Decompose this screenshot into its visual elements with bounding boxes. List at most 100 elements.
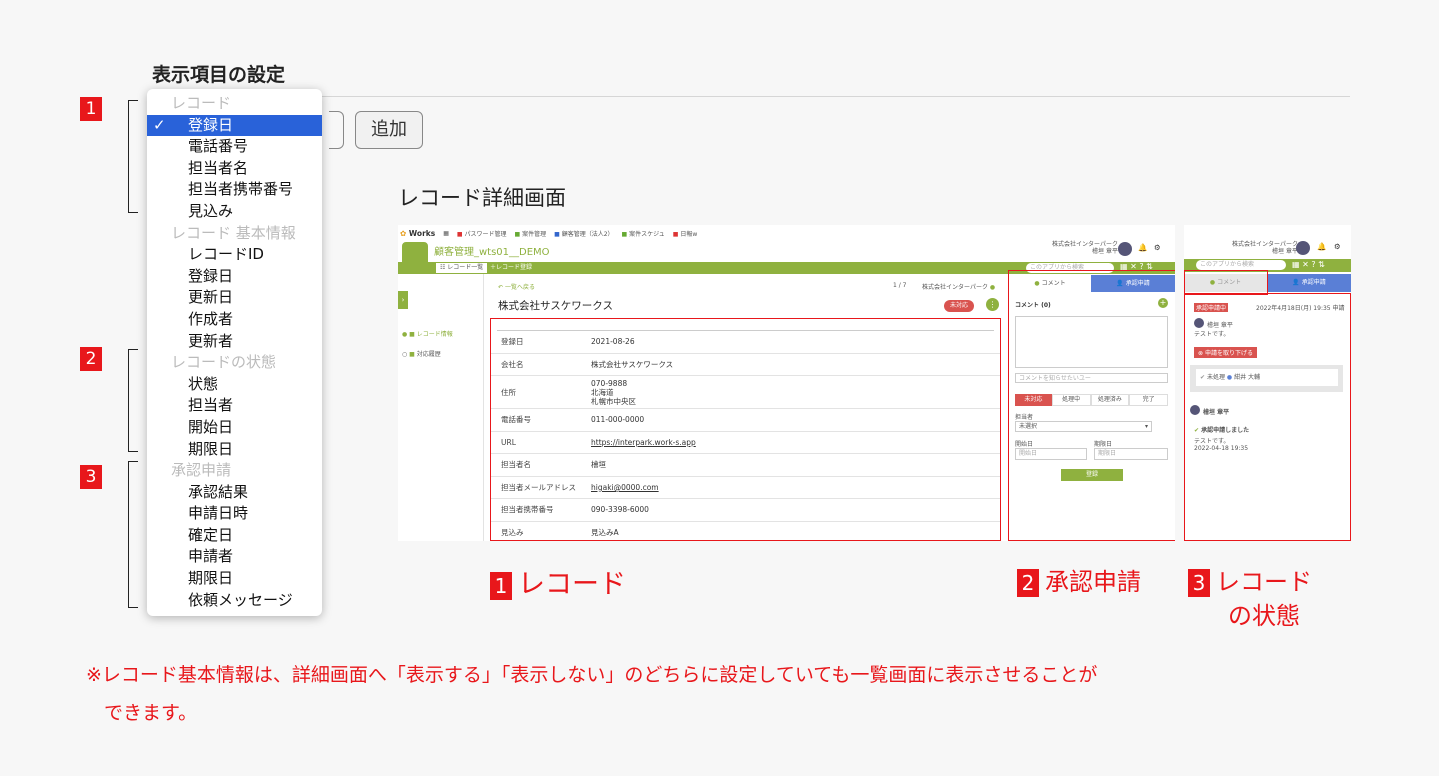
menu-item[interactable]: ✓ 登録日 xyxy=(147,114,322,137)
menu-item-label: 状態 xyxy=(188,374,219,393)
field-row: 電話番号 011-000-0000 xyxy=(491,409,1000,432)
grid-icon[interactable]: ▦ xyxy=(443,230,449,237)
toolbar-icons[interactable]: ▦ ✕ ? ⇅ xyxy=(1292,260,1325,269)
search-input[interactable]: このアプリから検索 xyxy=(1196,260,1286,270)
works-logo: ✿ Works xyxy=(400,228,436,238)
field-row: 担当者メールアドレス higaki@0000.com xyxy=(491,477,1000,499)
menu-item[interactable]: 状態 xyxy=(147,374,322,396)
menu-item[interactable]: レコードID xyxy=(147,244,322,266)
app-tab[interactable]: ■ 案件管理 xyxy=(515,229,547,238)
side-item-record[interactable]: ● ■ レコード情報 xyxy=(402,329,453,338)
state-button[interactable]: 未対応 xyxy=(1015,394,1052,406)
field-label: 会社名 xyxy=(501,359,524,369)
tab-approval[interactable]: 👤 承認申請 xyxy=(1267,274,1351,292)
menu-item[interactable]: 電話番号 xyxy=(147,136,322,158)
footnote-line-1: ※レコード基本情報は、詳細画面へ「表示する」「表示しない」のどちらに設定していて… xyxy=(86,664,1098,686)
marker-1: 1 xyxy=(80,97,102,121)
start-date-input[interactable]: 開始日 xyxy=(1015,448,1087,460)
tab-approval[interactable]: 👤 承認申請 xyxy=(1091,275,1175,292)
assignee-select[interactable]: 未選択 ▾ xyxy=(1015,421,1152,432)
menu-item-label: レコードの状態 xyxy=(171,353,277,372)
avatar[interactable] xyxy=(1296,241,1310,255)
menu-item-label: 登録日 xyxy=(188,266,234,285)
tab-comment[interactable]: ● コメント xyxy=(1010,275,1090,292)
app-tab[interactable]: ■ 顧客管理（法人2） xyxy=(554,229,613,238)
gear-icon[interactable]: ⚙ xyxy=(1334,242,1341,251)
withdraw-button[interactable]: ⊗ 申請を取り下げる xyxy=(1194,347,1257,358)
field-row: 会社名 株式会社サスケワークス xyxy=(491,354,1000,376)
menu-item[interactable]: 担当者 xyxy=(147,395,322,417)
menu-item-label: 確定日 xyxy=(188,525,234,544)
menu-item-label: レコード 基本情報 xyxy=(171,223,296,242)
menu-item-label: 依頼メッセージ xyxy=(188,590,293,609)
menu-item[interactable]: 承認結果 xyxy=(147,482,322,504)
back-link[interactable]: ↶ 一覧へ戻る xyxy=(498,282,535,291)
top-app-bar: ✿ Works ▦ ■ パスワード管理 ■ 案件管理 ■ 顧客管理（法人2） ■… xyxy=(400,226,1170,240)
start-label: 開始日 xyxy=(1015,441,1034,448)
apply-message: テストです。 xyxy=(1194,331,1230,338)
menu-item[interactable]: 見込み xyxy=(147,201,322,223)
state-button[interactable]: 完了 xyxy=(1129,394,1168,406)
menu-item[interactable]: 確定日 xyxy=(147,525,322,547)
menu-item-label: 登録日 xyxy=(188,115,234,134)
menu-item[interactable]: 担当者携帯番号 xyxy=(147,179,322,201)
avatar[interactable] xyxy=(1118,242,1132,256)
menu-item[interactable]: 担当者名 xyxy=(147,158,322,180)
field-label: 担当者メールアドレス xyxy=(501,482,576,492)
menu-item[interactable]: 開始日 xyxy=(147,417,322,439)
menu-item-label: 作成者 xyxy=(188,309,234,328)
more-icon[interactable]: ⋮ xyxy=(986,298,999,311)
pager: 1 / 7 xyxy=(893,282,907,289)
history-date: 2022-04-18 19:35 xyxy=(1194,445,1249,452)
approver-row: ✔ 未処理 ● 紺井 大輔 xyxy=(1196,369,1338,386)
menu-item-label: 見込み xyxy=(188,201,234,220)
side-nav xyxy=(398,274,484,541)
tab-record-add[interactable]: ＋レコード登録 xyxy=(490,263,532,273)
menu-item[interactable]: 期限日 xyxy=(147,439,322,461)
state-button[interactable]: 処理済み xyxy=(1090,394,1130,406)
bell-icon[interactable]: 🔔 xyxy=(1317,242,1326,251)
menu-item[interactable]: 申請日時 xyxy=(147,503,322,525)
app-tab[interactable]: ■ パスワード管理 xyxy=(457,229,507,238)
menu-item[interactable]: 更新日 xyxy=(147,287,322,309)
end-date-input[interactable]: 期限日 xyxy=(1094,448,1168,460)
menu-item[interactable]: 依頼メッセージ xyxy=(147,590,322,612)
gear-icon[interactable]: ⚙ xyxy=(1154,243,1161,252)
status-badge[interactable]: 未対応 xyxy=(944,300,975,312)
field-row: 見込み 見込みA xyxy=(491,522,1000,542)
field-label: 担当者携帯番号 xyxy=(501,505,554,515)
avatar xyxy=(1190,405,1200,415)
notify-input[interactable]: コメントを知らせたいユー xyxy=(1015,373,1168,383)
end-label: 期限日 xyxy=(1094,441,1113,448)
menu-item-label: 担当者携帯番号 xyxy=(188,180,294,199)
history-message: テストです。 xyxy=(1194,438,1230,445)
field-value[interactable]: https://interpark.work-s.app xyxy=(591,438,696,447)
menu-group-header: 承認申請 xyxy=(147,460,322,482)
menu-item[interactable]: 申請者 xyxy=(147,546,322,568)
app-tab[interactable]: ■ 日報w xyxy=(673,229,698,238)
field-value[interactable]: higaki@0000.com xyxy=(591,483,659,492)
field-row: 担当者携帯番号 090-3398-6000 xyxy=(491,499,1000,522)
menu-item[interactable]: 登録日 xyxy=(147,266,322,288)
register-button[interactable]: 登録 xyxy=(1061,469,1123,481)
app-tab[interactable]: ■ 案件スケジュ xyxy=(622,229,665,238)
menu-item[interactable]: 期限日 xyxy=(147,568,322,590)
state-button[interactable]: 処理中 xyxy=(1051,394,1091,406)
side-item-history[interactable]: ○ ■ 対応履歴 xyxy=(402,349,441,358)
side-toggle[interactable]: › xyxy=(398,291,408,309)
menu-item[interactable]: 更新者 xyxy=(147,331,322,353)
menu-item[interactable]: 作成者 xyxy=(147,309,322,331)
add-comment-icon[interactable]: + xyxy=(1158,298,1168,308)
comment-textarea[interactable] xyxy=(1015,316,1168,368)
bell-icon[interactable]: 🔔 xyxy=(1138,243,1147,252)
field-row: URL https://interpark.work-s.app xyxy=(491,432,1000,454)
footnote: ※レコード基本情報は、詳細画面へ「表示する」「表示しない」のどちらに設定していて… xyxy=(86,656,1386,732)
history-user: 檜垣 章平 xyxy=(1203,409,1230,416)
select-right-edge[interactable] xyxy=(329,111,344,149)
company-link[interactable]: 株式会社インターパーク ● xyxy=(922,282,995,291)
marker-2: 2 xyxy=(80,347,102,371)
label-record: 1 レコード xyxy=(490,562,626,601)
menu-group-header: レコード xyxy=(147,93,322,115)
tab-record-list[interactable]: ☷ レコード一覧 xyxy=(436,263,488,273)
add-button[interactable]: 追加 xyxy=(355,111,423,149)
